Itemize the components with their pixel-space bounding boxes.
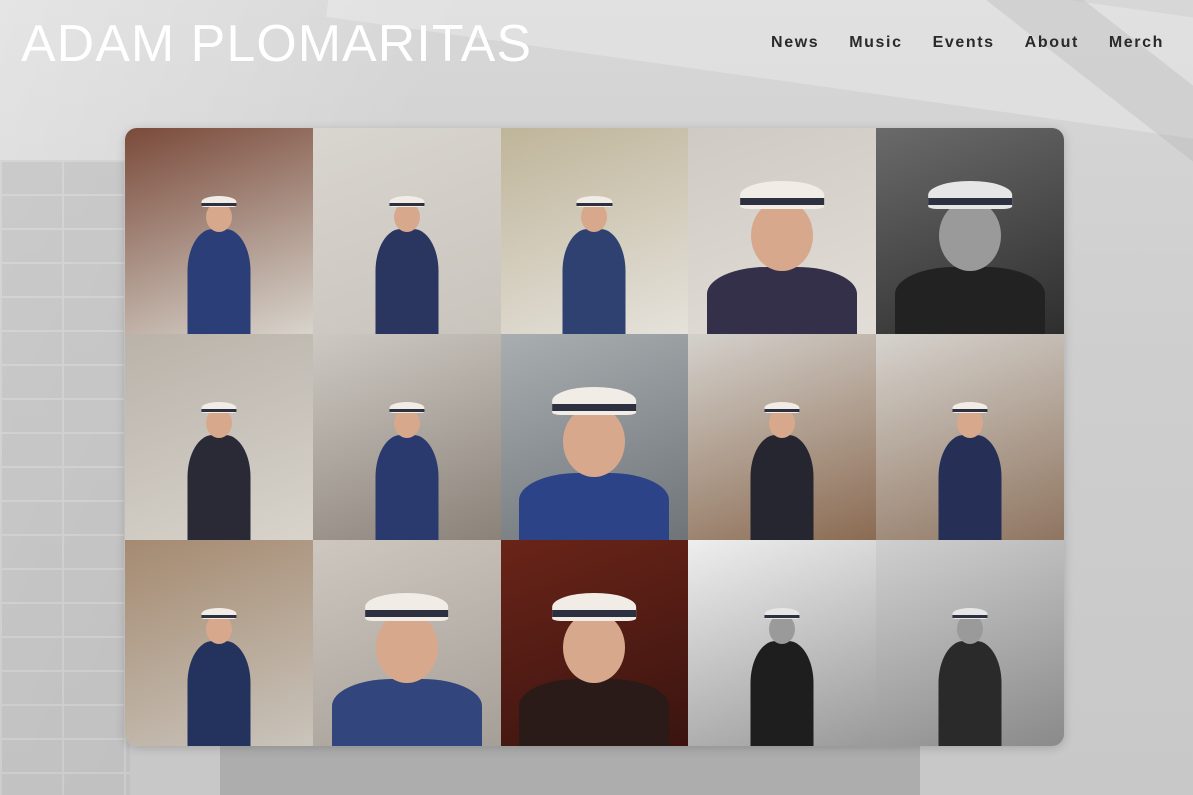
photo-subject — [519, 387, 670, 540]
photo-subject — [174, 370, 264, 540]
gallery-photo[interactable] — [312, 128, 501, 334]
photo-gallery — [125, 128, 1064, 746]
photo-subject — [331, 593, 482, 746]
gallery-photo[interactable] — [125, 334, 313, 540]
site-title[interactable]: ADAM PLOMARITAS — [21, 14, 532, 74]
gallery-photo[interactable] — [312, 540, 501, 746]
site-header: ADAM PLOMARITAS News Music Events About … — [0, 0, 1193, 90]
gallery-photo[interactable] — [688, 128, 877, 334]
nav-news[interactable]: News — [771, 34, 819, 52]
photo-subject — [174, 164, 264, 334]
photo-subject — [549, 164, 639, 334]
photo-subject — [174, 576, 264, 746]
background-brick-wall — [0, 160, 130, 795]
gallery-photo[interactable] — [500, 334, 689, 540]
nav-merch[interactable]: Merch — [1109, 34, 1164, 52]
gallery-photo[interactable] — [688, 540, 877, 746]
gallery-photo[interactable] — [876, 334, 1064, 540]
gallery-photo[interactable] — [876, 128, 1064, 334]
gallery-photo[interactable] — [125, 540, 313, 746]
photo-subject — [737, 576, 827, 746]
photo-subject — [707, 181, 858, 334]
gallery-photo[interactable] — [500, 540, 689, 746]
photo-subject — [362, 164, 452, 334]
gallery-photo[interactable] — [876, 540, 1064, 746]
photo-subject — [737, 370, 827, 540]
photo-subject — [519, 593, 670, 746]
photo-subject — [925, 370, 1015, 540]
nav-events[interactable]: Events — [933, 34, 995, 52]
gallery-photo[interactable] — [125, 128, 313, 334]
photo-subject — [895, 181, 1046, 334]
photo-subject — [362, 370, 452, 540]
nav-music[interactable]: Music — [849, 34, 902, 52]
gallery-photo[interactable] — [688, 334, 877, 540]
gallery-photo[interactable] — [500, 128, 689, 334]
nav-about[interactable]: About — [1025, 34, 1079, 52]
photo-subject — [925, 576, 1015, 746]
gallery-photo[interactable] — [312, 334, 501, 540]
main-nav: News Music Events About Merch — [741, 34, 1164, 52]
